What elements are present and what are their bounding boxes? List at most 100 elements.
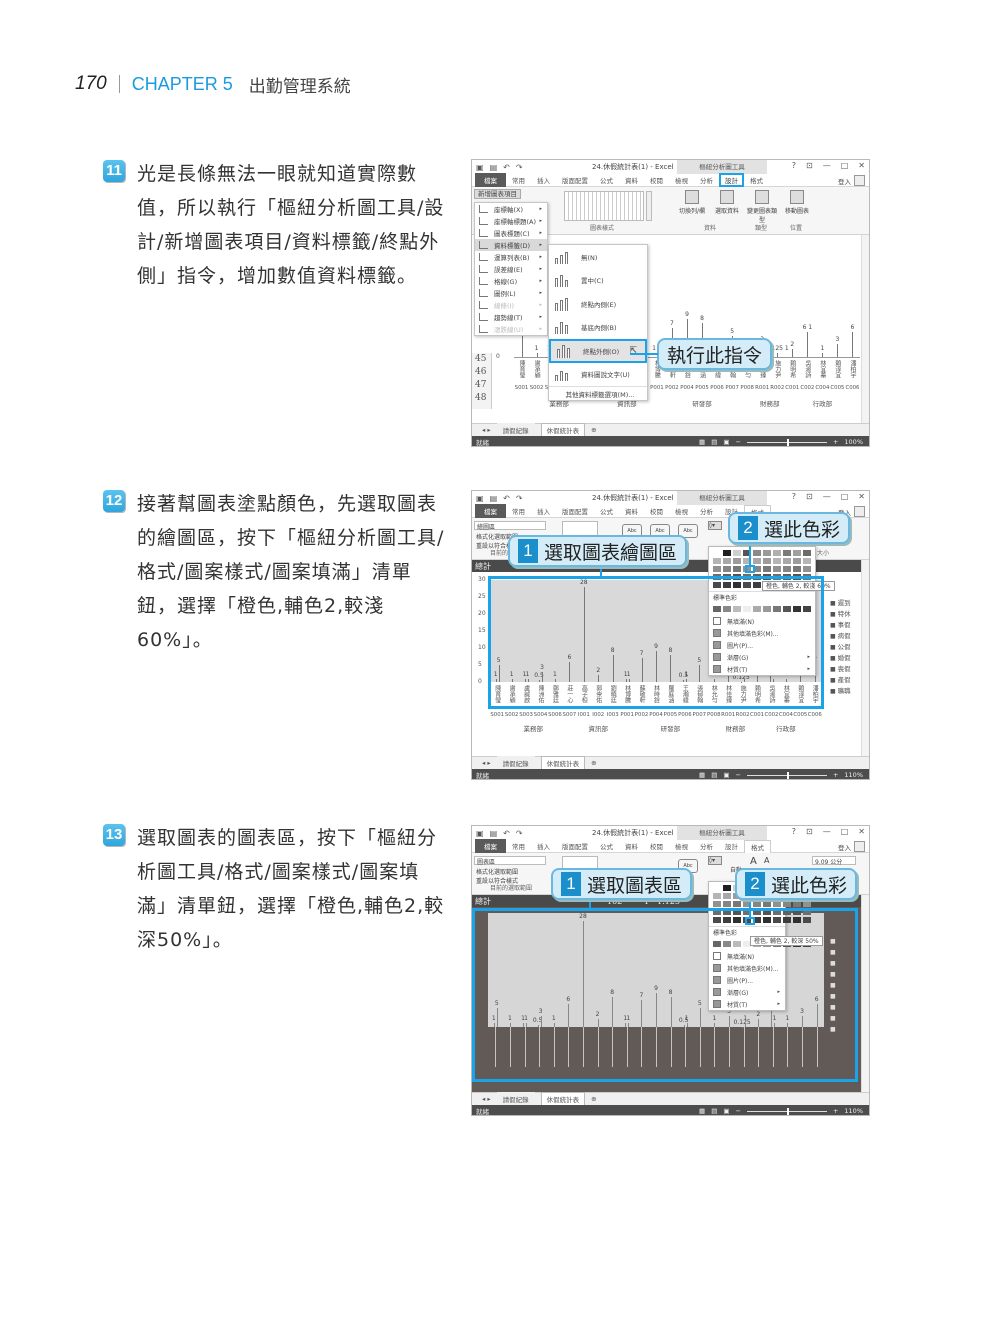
zoom-slider[interactable] bbox=[746, 771, 827, 779]
tab-formulas[interactable]: 公式 bbox=[594, 505, 619, 517]
color-swatch[interactable] bbox=[793, 901, 801, 907]
zoom-level[interactable]: 100% bbox=[844, 438, 863, 446]
tab-insert[interactable]: 插入 bbox=[531, 174, 556, 186]
menu-item[interactable]: 格線(G) ▸ bbox=[475, 275, 547, 287]
color-swatch[interactable] bbox=[713, 885, 721, 891]
legend-item[interactable]: 喪假 bbox=[830, 663, 851, 673]
bar[interactable] bbox=[777, 352, 779, 357]
bar[interactable] bbox=[822, 352, 824, 357]
tab-home[interactable]: 常用 bbox=[506, 505, 531, 517]
color-swatch[interactable] bbox=[713, 550, 721, 556]
page-layout-view-icon[interactable]: ▤ bbox=[711, 771, 717, 779]
maximize-icon[interactable]: □ bbox=[841, 492, 849, 501]
color-swatch[interactable] bbox=[713, 566, 721, 572]
tab-page-layout[interactable]: 版面配置 bbox=[556, 505, 594, 517]
bar[interactable] bbox=[792, 348, 794, 357]
tab-format[interactable]: 格式 bbox=[744, 174, 769, 186]
shape-fill-dropdown[interactable]: ◊▾ bbox=[708, 856, 722, 865]
tab-analyze[interactable]: 分析 bbox=[694, 174, 719, 186]
submenu-item[interactable]: 無(N) bbox=[549, 245, 647, 269]
sheet-tab-leave-stats[interactable]: 休假統計表 bbox=[540, 1092, 586, 1106]
tab-formulas[interactable]: 公式 bbox=[594, 174, 619, 186]
add-sheet-icon[interactable]: ⊕ bbox=[591, 426, 596, 434]
chart-style-gallery[interactable] bbox=[564, 191, 644, 221]
selection-dropdown[interactable]: 繪圖區 bbox=[474, 521, 546, 531]
color-swatch[interactable] bbox=[723, 566, 731, 572]
color-swatch[interactable] bbox=[793, 566, 801, 572]
color-swatch[interactable] bbox=[723, 550, 731, 556]
tab-view[interactable]: 檢視 bbox=[669, 840, 694, 852]
tab-analyze[interactable]: 分析 bbox=[694, 840, 719, 852]
tab-file[interactable]: 檔案 bbox=[475, 839, 506, 853]
color-swatch[interactable] bbox=[733, 566, 741, 572]
close-icon[interactable]: ✕ bbox=[858, 492, 865, 501]
tab-design[interactable]: 設計 bbox=[719, 840, 744, 852]
text-fill-icon[interactable]: A bbox=[750, 856, 757, 867]
minimize-icon[interactable]: — bbox=[823, 492, 831, 501]
maximize-icon[interactable]: □ bbox=[841, 161, 849, 170]
page-layout-view-icon[interactable]: ▤ bbox=[711, 438, 717, 446]
vertical-scrollbar[interactable] bbox=[861, 235, 869, 423]
color-swatch[interactable] bbox=[723, 893, 731, 899]
tab-insert[interactable]: 插入 bbox=[531, 840, 556, 852]
submenu-item[interactable]: 基底內側(B) bbox=[549, 316, 647, 340]
tab-home[interactable]: 常用 bbox=[506, 840, 531, 852]
menu-item[interactable]: 誤差線(E) ▸ bbox=[475, 263, 547, 275]
color-swatch[interactable] bbox=[733, 901, 741, 907]
height-input[interactable]: 9.09 公分 bbox=[812, 856, 856, 866]
tab-analyze[interactable]: 分析 bbox=[694, 505, 719, 517]
avatar[interactable] bbox=[854, 841, 865, 852]
color-swatch[interactable] bbox=[763, 566, 771, 572]
tab-format[interactable]: 格式 bbox=[744, 839, 771, 853]
legend-item[interactable]: 遲到 bbox=[830, 597, 851, 607]
save-icon[interactable]: ▤ bbox=[490, 163, 498, 172]
close-icon[interactable]: ✕ bbox=[858, 827, 865, 836]
switch-row-col-button[interactable]: 切換列/欄 bbox=[677, 190, 707, 215]
color-swatch[interactable] bbox=[773, 901, 781, 907]
submenu-item[interactable]: 終點外側(O) ⇱ bbox=[549, 339, 647, 363]
row-number[interactable]: 45 bbox=[472, 353, 491, 366]
tab-data[interactable]: 資料 bbox=[619, 174, 644, 186]
color-swatch[interactable] bbox=[763, 901, 771, 907]
menu-item[interactable]: 資料標籤(D) ▸ bbox=[475, 239, 547, 251]
move-chart-button[interactable]: 移動圖表 bbox=[782, 190, 812, 215]
redo-icon[interactable]: ↷ bbox=[516, 163, 523, 172]
color-swatch[interactable] bbox=[753, 558, 761, 564]
tab-design[interactable]: 設計 bbox=[719, 173, 744, 187]
color-swatch[interactable] bbox=[723, 885, 731, 891]
color-swatch[interactable] bbox=[733, 550, 741, 556]
shape-fill-dropdown[interactable]: ◊▾ bbox=[708, 521, 722, 530]
color-swatch[interactable] bbox=[713, 893, 721, 899]
save-icon[interactable]: ▤ bbox=[490, 494, 498, 503]
color-swatch[interactable] bbox=[763, 558, 771, 564]
sign-in-link[interactable]: 登入 bbox=[838, 176, 851, 186]
bar[interactable] bbox=[536, 352, 538, 357]
legend-item[interactable]: 曠職 bbox=[830, 685, 851, 695]
color-swatch[interactable] bbox=[773, 558, 781, 564]
color-swatch[interactable] bbox=[763, 550, 771, 556]
bar[interactable] bbox=[852, 331, 854, 357]
tab-insert[interactable]: 插入 bbox=[531, 505, 556, 517]
redo-icon[interactable]: ↷ bbox=[516, 494, 523, 503]
bar[interactable] bbox=[521, 336, 523, 357]
color-swatch[interactable] bbox=[753, 901, 761, 907]
submenu-item[interactable]: 終點內側(E) bbox=[549, 292, 647, 316]
close-icon[interactable]: ✕ bbox=[858, 161, 865, 170]
menu-item[interactable]: 座標軸標題(A) ▸ bbox=[475, 215, 547, 227]
ribbon-display-icon[interactable]: ⊡ bbox=[806, 827, 813, 836]
avatar[interactable] bbox=[854, 506, 865, 517]
menu-item[interactable]: 運算列表(B) ▸ bbox=[475, 251, 547, 263]
color-swatch[interactable] bbox=[803, 558, 811, 564]
row-number[interactable]: 48 bbox=[472, 392, 491, 405]
vertical-scrollbar[interactable] bbox=[861, 895, 869, 1092]
color-swatch[interactable] bbox=[783, 558, 791, 564]
help-icon[interactable]: ? bbox=[792, 161, 796, 170]
color-swatch[interactable] bbox=[783, 566, 791, 572]
normal-view-icon[interactable]: ▦ bbox=[699, 438, 705, 446]
maximize-icon[interactable]: □ bbox=[841, 827, 849, 836]
color-swatch[interactable] bbox=[783, 550, 791, 556]
color-swatch[interactable] bbox=[803, 566, 811, 572]
color-swatch[interactable] bbox=[753, 550, 761, 556]
sheet-nav-icon[interactable]: ◂ ▸ bbox=[482, 759, 491, 767]
submenu-item[interactable]: 資料圖說文字(U) bbox=[549, 363, 647, 387]
